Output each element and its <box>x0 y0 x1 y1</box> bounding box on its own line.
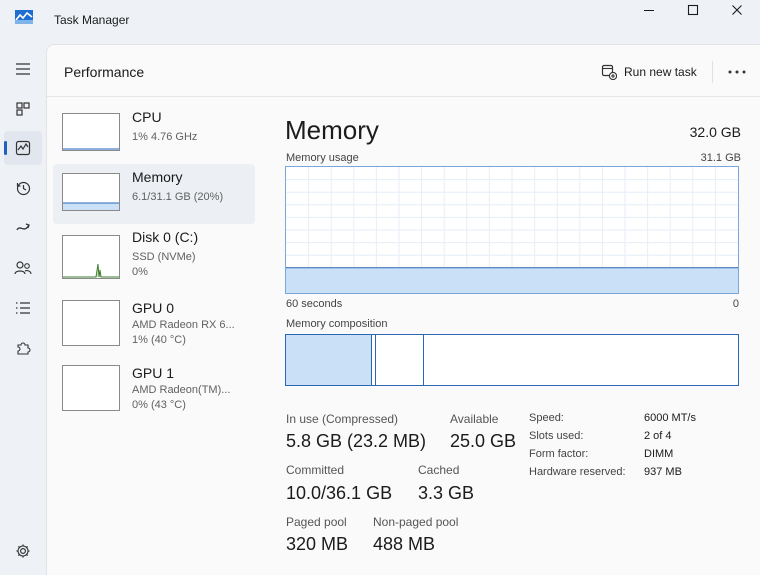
services-puzzle-icon <box>17 342 31 355</box>
in-use-value: 5.8 GB (23.2 MB) <box>286 431 427 451</box>
nav-processes[interactable] <box>4 92 42 126</box>
cpu-thumbnail-graph <box>62 113 120 151</box>
users-icon <box>14 261 32 275</box>
sidebar-item-title: Memory <box>132 169 183 185</box>
maximize-icon <box>687 4 699 16</box>
committed-value: 10.0/36.1 GB <box>286 483 393 503</box>
hardware-reserved-value: 937 MB <box>644 466 682 478</box>
gpu0-thumbnail-graph <box>62 300 120 346</box>
nav-startup-apps[interactable] <box>4 211 42 245</box>
nav-details[interactable] <box>4 291 42 325</box>
composition-in-use-segment <box>286 335 372 385</box>
time-axis-left: 60 seconds <box>286 298 343 310</box>
memory-composition-label: Memory composition <box>286 318 388 330</box>
sidebar-item-usage: 0% (43 °C) <box>132 399 186 411</box>
disk-thumbnail-graph <box>62 235 120 279</box>
sidebar-item-gpu0[interactable]: GPU 0 AMD Radeon RX 6... 1% (40 °C) <box>53 295 255 355</box>
sidebar-item-title: GPU 0 <box>132 300 175 316</box>
sidebar-item-disk[interactable]: Disk 0 (C:) SSD (NVMe) 0% <box>53 224 255 284</box>
close-icon <box>732 5 742 15</box>
panel-title: Memory <box>285 115 379 145</box>
non-paged-pool-value: 488 MB <box>373 534 436 554</box>
minimize-button[interactable] <box>626 0 672 20</box>
gear-icon <box>16 544 30 558</box>
memory-usage-max: 31.1 GB <box>700 152 741 164</box>
memory-thumbnail-graph <box>62 173 120 211</box>
startup-icon <box>16 223 30 231</box>
menu-button[interactable] <box>4 52 42 86</box>
task-manager-app-icon <box>15 10 33 24</box>
cached-label: Cached <box>418 463 460 477</box>
slots-used-label: Slots used: <box>529 430 584 442</box>
history-icon <box>16 181 31 196</box>
gpu1-thumbnail-graph <box>62 365 120 411</box>
processes-icon <box>16 102 30 116</box>
run-new-task-button[interactable]: Run new task <box>601 60 697 84</box>
sidebar-item-subtitle: 6.1/31.1 GB (20%) <box>132 191 224 203</box>
sidebar-item-subtitle: 1% 4.76 GHz <box>132 131 198 143</box>
sidebar-item-title: Disk 0 (C:) <box>132 229 199 245</box>
form-factor-value: DIMM <box>644 448 674 460</box>
performance-icon <box>15 140 31 156</box>
run-new-task-label: Run new task <box>624 65 697 79</box>
nav-app-history[interactable] <box>4 171 42 205</box>
cached-value: 3.3 GB <box>418 483 475 503</box>
maximize-button[interactable] <box>670 0 716 20</box>
nav-services[interactable] <box>4 331 42 365</box>
window-title: Task Manager <box>54 13 130 27</box>
content-area: Performance Run new task CPU 1% 4.76 GHz <box>46 44 760 575</box>
form-factor-label: Form factor: <box>529 448 589 460</box>
available-value: 25.0 GB <box>450 431 517 451</box>
sidebar-item-cpu[interactable]: CPU 1% 4.76 GHz <box>53 104 255 164</box>
details-list-icon <box>16 302 30 314</box>
title-bar: Task Manager <box>0 0 760 44</box>
speed-label: Speed: <box>529 412 564 424</box>
more-dots-icon <box>728 70 746 74</box>
page-title: Performance <box>64 64 145 80</box>
sidebar-item-subtitle: AMD Radeon RX 6... <box>132 319 235 331</box>
sidebar-item-subtitle: AMD Radeon(TM)... <box>132 384 231 396</box>
memory-usage-area <box>286 267 738 293</box>
nav-settings[interactable] <box>4 534 42 568</box>
composition-standby-segment <box>376 335 424 385</box>
memory-usage-graph <box>285 166 739 294</box>
paged-pool-value: 320 MB <box>286 534 349 554</box>
time-axis-right: 0 <box>732 298 739 310</box>
speed-value: 6000 MT/s <box>644 412 696 424</box>
sidebar-item-memory[interactable]: Memory 6.1/31.1 GB (20%) <box>53 164 255 224</box>
close-button[interactable] <box>714 0 760 20</box>
memory-total: 32.0 GB <box>689 124 741 140</box>
memory-usage-label: Memory usage <box>286 152 359 164</box>
sidebar-item-gpu1[interactable]: GPU 1 AMD Radeon(TM)... 0% (43 °C) <box>53 360 255 420</box>
sidebar-item-title: CPU <box>132 109 162 125</box>
page-header: Performance Run new task <box>47 45 760 97</box>
slots-used-value: 2 of 4 <box>644 430 672 442</box>
hardware-reserved-label: Hardware reserved: <box>529 466 626 478</box>
in-use-label: In use (Compressed) <box>286 412 399 426</box>
sidebar-item-usage: 0% <box>132 266 148 278</box>
sidebar-item-title: GPU 1 <box>132 365 175 381</box>
minimize-icon <box>644 10 654 11</box>
left-navigation <box>0 44 46 575</box>
committed-label: Committed <box>286 463 345 477</box>
memory-composition-bar <box>285 334 739 386</box>
sidebar-item-usage: 1% (40 °C) <box>132 334 186 346</box>
hamburger-icon <box>16 63 30 75</box>
header-separator <box>712 61 713 83</box>
nav-users[interactable] <box>4 251 42 285</box>
sidebar-item-subtitle: SSD (NVMe) <box>132 251 196 263</box>
run-new-task-icon <box>601 64 617 80</box>
paged-pool-label: Paged pool <box>286 515 347 529</box>
non-paged-pool-label: Non-paged pool <box>373 515 459 529</box>
more-options-button[interactable] <box>725 61 749 83</box>
available-label: Available <box>450 412 499 426</box>
nav-performance[interactable] <box>4 131 42 165</box>
